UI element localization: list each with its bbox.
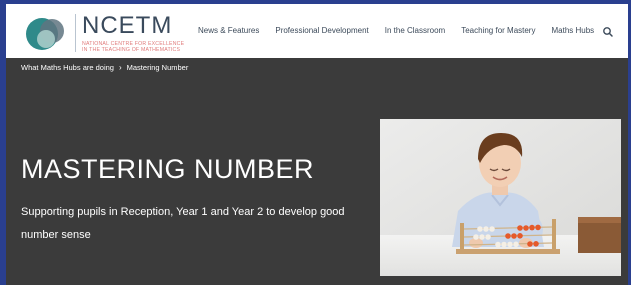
hero-photo	[380, 119, 621, 276]
nav-professional-development[interactable]: Professional Development	[275, 24, 368, 40]
page-title: MASTERING NUMBER	[21, 154, 315, 184]
nav-news-features[interactable]: News & Features	[198, 24, 259, 40]
child-with-abacus-image	[380, 119, 621, 276]
breadcrumb-separator: ›	[118, 63, 122, 72]
main-nav: News & Features Professional Development…	[198, 24, 610, 40]
nav-in-the-classroom[interactable]: In the Classroom	[385, 24, 445, 40]
logo-divider	[75, 14, 76, 52]
nav-maths-hubs[interactable]: Maths Hubs	[551, 24, 594, 40]
page-subtitle: Supporting pupils in Reception, Year 1 a…	[21, 206, 345, 241]
ncetm-logo-icon	[26, 18, 64, 50]
logo-tagline-2: IN THE TEACHING OF MATHEMATICS	[82, 47, 181, 53]
logo-wordmark: NCETM	[82, 12, 173, 39]
breadcrumb-current: Mastering Number	[126, 63, 189, 72]
breadcrumb: What Maths Hubs are doing › Mastering Nu…	[21, 63, 188, 72]
site-header: NCETM NATIONAL CENTRE FOR EXCELLENCE IN …	[6, 4, 628, 58]
search-button[interactable]	[602, 25, 614, 37]
page-frame: NCETM NATIONAL CENTRE FOR EXCELLENCE IN …	[6, 4, 628, 285]
nav-teaching-for-mastery[interactable]: Teaching for Mastery	[461, 24, 535, 40]
ncetm-logo[interactable]: NCETM NATIONAL CENTRE FOR EXCELLENCE IN …	[18, 10, 188, 53]
search-icon	[603, 27, 613, 37]
breadcrumb-parent[interactable]: What Maths Hubs are doing	[21, 63, 114, 72]
